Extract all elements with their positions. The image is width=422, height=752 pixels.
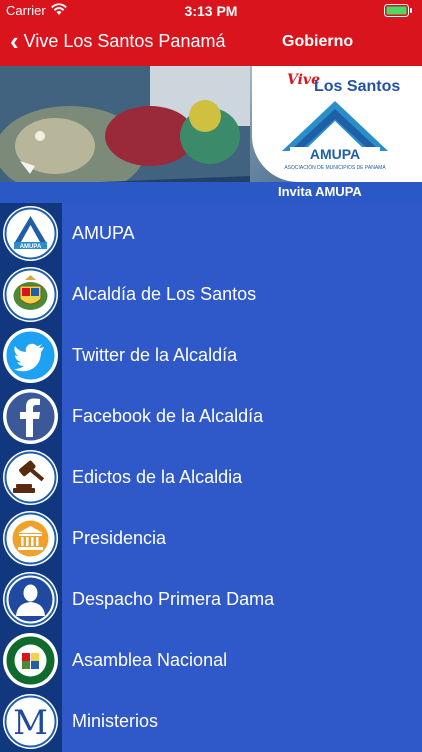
gavel-icon	[3, 450, 58, 505]
list-item-label: Twitter de la Alcaldía	[72, 345, 238, 365]
list-item-label: Edictos de la Alcaldia	[72, 467, 243, 487]
clock: 3:13 PM	[184, 3, 238, 19]
list-item-label: Asamblea Nacional	[72, 650, 228, 670]
amupa-logo-icon: AMUPA	[3, 206, 58, 261]
navigation-bar: ‹ Vive Los Santos Panamá Gobierno	[0, 21, 422, 66]
government-menu-list: AMUPA AMUPA Alcaldía de Los Santos Twitt…	[0, 203, 422, 752]
header-banner: Vive Los Santos AMUPA ASOCIACIÓN DE MUNI…	[0, 66, 422, 203]
list-item-label: Presidencia	[72, 528, 167, 548]
list-item-alcaldia[interactable]: Alcaldía de Los Santos	[0, 264, 422, 325]
list-item-ministerios[interactable]: M Ministerios	[0, 691, 422, 752]
invite-text: Invita AMUPA	[278, 184, 362, 199]
amupa-logo-text: AMUPA	[310, 146, 360, 162]
status-bar: Carrier 3:13 PM	[0, 0, 422, 21]
amupa-logo: AMUPA ASOCIACIÓN DE MUNICIPIOS DE PANAMÁ	[282, 101, 388, 171]
svg-text:M: M	[13, 703, 48, 743]
back-label: Vive Los Santos Panamá	[23, 30, 226, 51]
list-item-edictos[interactable]: Edictos de la Alcaldia	[0, 447, 422, 508]
battery-icon	[384, 4, 414, 17]
government-building-icon	[3, 511, 58, 566]
coat-of-arms-icon	[3, 267, 58, 322]
ministerios-m-icon: M	[3, 694, 58, 749]
list-item-label: AMUPA	[72, 223, 135, 243]
list-item-label: Despacho Primera Dama	[72, 589, 275, 609]
list-item-label: Alcaldía de Los Santos	[72, 284, 257, 304]
facebook-icon	[3, 389, 58, 444]
list-item-amupa[interactable]: AMUPA AMUPA	[0, 203, 422, 264]
list-item-twitter[interactable]: Twitter de la Alcaldía	[0, 325, 422, 386]
list-item-label: Ministerios	[72, 711, 159, 731]
back-button[interactable]: ‹ Vive Los Santos Panamá	[10, 26, 226, 56]
list-item-primera-dama[interactable]: Despacho Primera Dama	[0, 569, 422, 630]
twitter-icon	[3, 328, 58, 383]
chevron-left-icon: ‹	[10, 26, 19, 56]
list-item-presidencia[interactable]: Presidencia	[0, 508, 422, 569]
amupa-logo-subtitle: ASOCIACIÓN DE MUNICIPIOS DE PANAMÁ	[284, 164, 386, 171]
list-item-asamblea[interactable]: Asamblea Nacional	[0, 630, 422, 691]
asamblea-seal-icon	[3, 633, 58, 688]
page-title: Gobierno	[282, 33, 354, 50]
list-item-facebook[interactable]: Facebook de la Alcaldía	[0, 386, 422, 447]
list-item-label: Facebook de la Alcaldía	[72, 406, 264, 426]
los-santos-text: Los Santos	[314, 78, 401, 95]
person-silhouette-icon	[3, 572, 58, 627]
svg-text:AMUPA: AMUPA	[20, 244, 42, 250]
